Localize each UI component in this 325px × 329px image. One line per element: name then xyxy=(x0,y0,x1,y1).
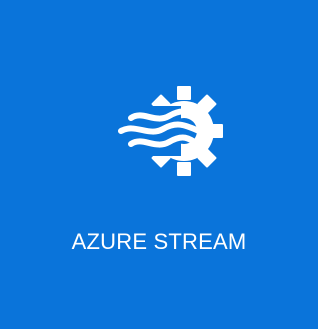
stream-gear-icon xyxy=(111,84,225,178)
tile-label: AZURE STREAM xyxy=(71,229,247,254)
azure-stream-tile[interactable]: AZURE STREAM xyxy=(0,0,318,329)
